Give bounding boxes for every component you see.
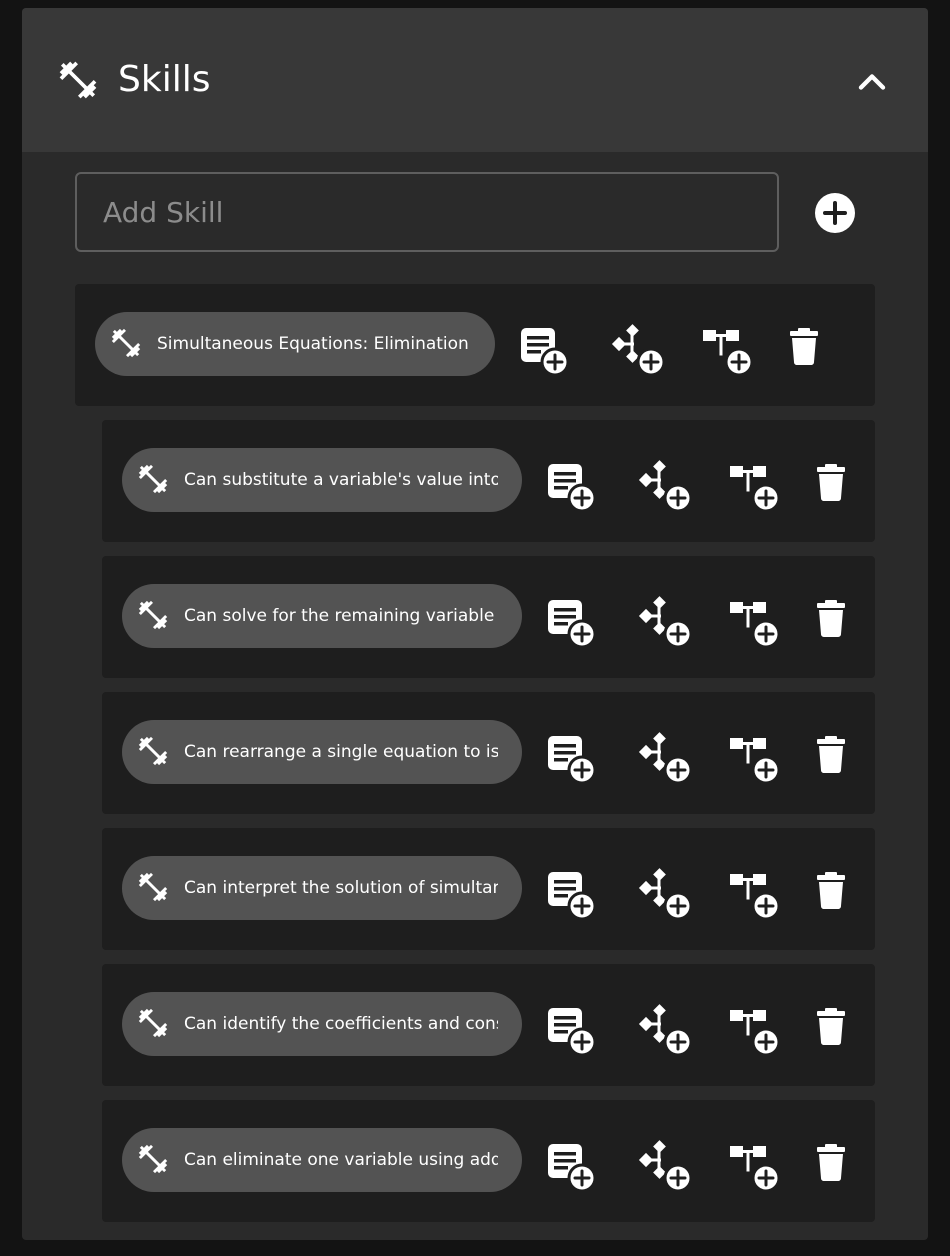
skill-label: Can rearrange a single equation to isola… [184,742,498,762]
add-connection-button[interactable] [638,594,696,652]
add-note-button[interactable] [515,322,573,380]
skills-header[interactable]: Skills [22,8,928,152]
add-note-button[interactable] [542,458,600,516]
skill-label: Can identify the coefficients and consta… [184,1014,498,1034]
delete-button[interactable] [781,322,839,380]
sub-skill-card: Can rearrange a single equation to isola… [102,692,875,814]
collapse-button[interactable] [850,60,894,104]
add-hierarchy-button[interactable] [726,1002,784,1060]
hierarchy-add-icon [730,874,781,921]
trash-icon [817,1008,845,1045]
trash-icon [817,464,845,501]
add-note-button[interactable] [542,594,600,652]
add-connection-button[interactable] [638,1138,696,1196]
connection-add-icon [611,324,666,377]
connection-add-icon [638,596,693,649]
trash-icon [817,1144,845,1181]
add-connection-button[interactable] [638,458,696,516]
add-skill-button[interactable] [814,192,856,234]
dumbbell-icon [136,598,170,632]
plus-circle-icon [815,193,855,233]
note-add-icon [548,872,597,921]
delete-button[interactable] [808,866,866,924]
dumbbell-icon [56,58,100,102]
sub-skill-card: Can eliminate one variable using additio… [102,1100,875,1222]
note-add-icon [548,1008,597,1057]
connection-add-icon [638,732,693,785]
connection-add-icon [638,1140,693,1193]
add-note-button[interactable] [542,730,600,788]
trash-icon [790,328,818,365]
add-hierarchy-button[interactable] [726,866,784,924]
skill-chip[interactable]: Simultaneous Equations: Elimination [95,312,495,376]
chevron-up-icon [858,74,886,90]
add-hierarchy-button[interactable] [726,594,784,652]
dumbbell-icon [136,462,170,496]
add-connection-button[interactable] [638,730,696,788]
add-note-button[interactable] [542,1002,600,1060]
hierarchy-add-icon [730,602,781,649]
delete-button[interactable] [808,458,866,516]
note-add-icon [548,1144,597,1193]
section-title: Skills [118,59,211,100]
skill-chip[interactable]: Can solve for the remaining variable aft… [122,584,522,648]
note-add-icon [548,600,597,649]
add-hierarchy-button[interactable] [726,458,784,516]
note-add-icon [548,464,597,513]
add-connection-button[interactable] [611,322,669,380]
add-skill-input[interactable] [75,172,779,252]
sub-skill-card: Can solve for the remaining variable aft… [102,556,875,678]
hierarchy-add-icon [703,330,754,377]
trash-icon [817,736,845,773]
connection-add-icon [638,868,693,921]
sub-skill-card: Can substitute a variable's value into a… [102,420,875,542]
connection-add-icon [638,1004,693,1057]
skills-panel: Skills Simultaneous Equations: Eliminati… [22,8,928,1240]
hierarchy-add-icon [730,1010,781,1057]
skill-chip[interactable]: Can identify the coefficients and consta… [122,992,522,1056]
trash-icon [817,600,845,637]
hierarchy-add-icon [730,466,781,513]
trash-icon [817,872,845,909]
add-connection-button[interactable] [638,866,696,924]
connection-add-icon [638,460,693,513]
skill-label: Can interpret the solution of simultaneo… [184,878,498,898]
dumbbell-icon [136,734,170,768]
dumbbell-icon [136,1142,170,1176]
add-note-button[interactable] [542,866,600,924]
add-hierarchy-button[interactable] [699,322,757,380]
add-hierarchy-button[interactable] [726,1138,784,1196]
add-note-button[interactable] [542,1138,600,1196]
add-connection-button[interactable] [638,1002,696,1060]
dumbbell-icon [136,870,170,904]
skill-label: Can solve for the remaining variable aft… [184,606,498,626]
add-hierarchy-button[interactable] [726,730,784,788]
note-add-icon [521,328,570,377]
skill-label: Can eliminate one variable using additio… [184,1150,498,1170]
parent-skill-card: Simultaneous Equations: Elimination [75,284,875,406]
skill-chip[interactable]: Can rearrange a single equation to isola… [122,720,522,784]
delete-button[interactable] [808,1138,866,1196]
sub-skill-card: Can identify the coefficients and consta… [102,964,875,1086]
dumbbell-icon [136,1006,170,1040]
delete-button[interactable] [808,594,866,652]
note-add-icon [548,736,597,785]
skill-chip[interactable]: Can substitute a variable's value into a… [122,448,522,512]
skill-chip[interactable]: Can eliminate one variable using additio… [122,1128,522,1192]
dumbbell-icon [109,326,143,360]
hierarchy-add-icon [730,738,781,785]
delete-button[interactable] [808,730,866,788]
skill-label: Can substitute a variable's value into a… [184,470,498,490]
delete-button[interactable] [808,1002,866,1060]
skill-chip[interactable]: Can interpret the solution of simultaneo… [122,856,522,920]
skill-label: Simultaneous Equations: Elimination [157,334,469,354]
hierarchy-add-icon [730,1146,781,1193]
sub-skill-card: Can interpret the solution of simultaneo… [102,828,875,950]
